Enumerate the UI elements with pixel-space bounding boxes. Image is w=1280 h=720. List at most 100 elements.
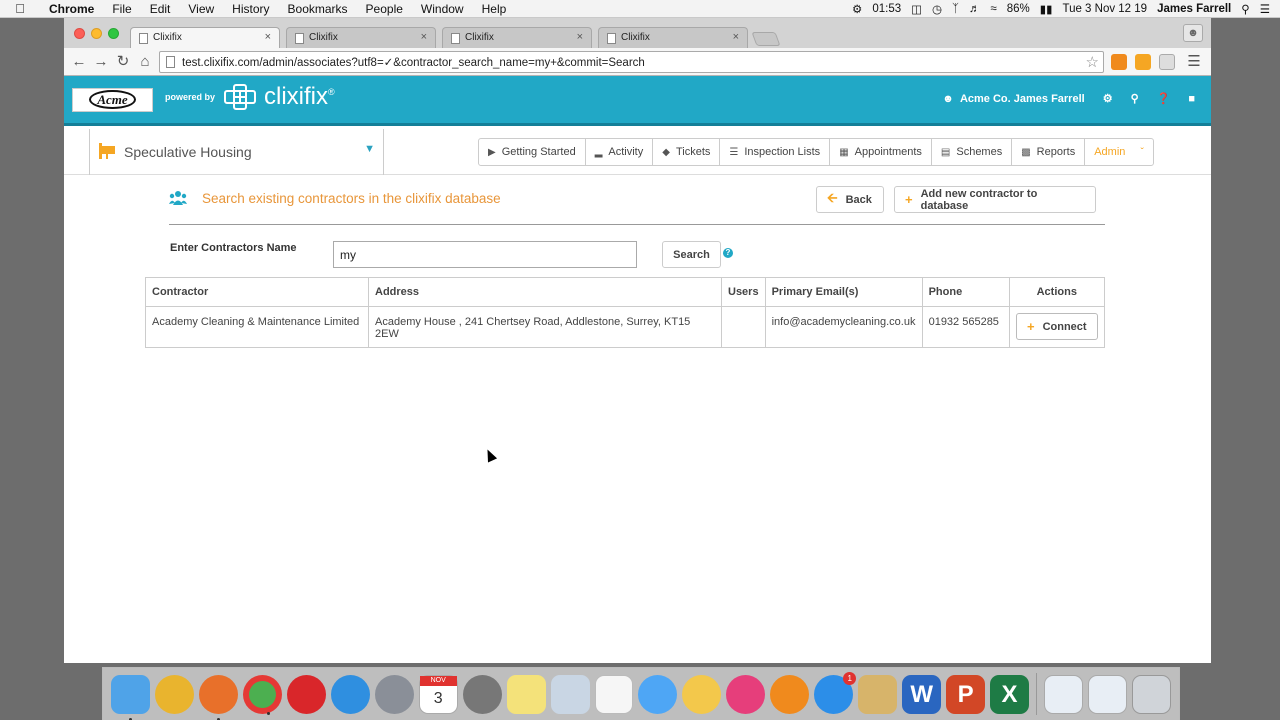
browser-toolbar: ← → ↻ ⌂ test.clixifix.com/admin/associat… — [64, 48, 1211, 76]
lock-icon[interactable]: ■ — [1188, 93, 1195, 105]
firefox-icon[interactable] — [198, 674, 238, 720]
trash-icon[interactable] — [1131, 674, 1171, 714]
browser-tab-1[interactable]: Clixifix × — [130, 27, 280, 48]
tab-reports[interactable]: ▩ Reports — [1012, 139, 1086, 165]
bookmark-star-icon[interactable]: ☆ — [1086, 53, 1099, 71]
settings-gear-icon[interactable]: ⚙ — [1103, 92, 1113, 105]
tab-inspection-lists[interactable]: ☰ Inspection Lists — [720, 139, 831, 165]
menu-window[interactable]: Window — [412, 2, 473, 16]
wifi-icon[interactable]: ≈ — [990, 3, 996, 15]
forward-arrow-icon[interactable]: → — [91, 52, 111, 72]
back-arrow-icon[interactable]: ← — [69, 52, 89, 72]
page-info-icon[interactable] — [166, 56, 175, 68]
close-tab-icon[interactable]: × — [577, 31, 583, 43]
spotlight-icon[interactable]: ⚲ — [1241, 2, 1249, 16]
volume-icon[interactable]: ♬ — [969, 3, 981, 15]
reload-icon[interactable]: ↻ — [113, 52, 133, 72]
browser-tab-4[interactable]: Clixifix × — [598, 27, 748, 48]
menubar-user[interactable]: James Farrell — [1157, 3, 1231, 15]
menu-edit[interactable]: Edit — [141, 2, 180, 16]
tab-getting-started[interactable]: ▶ Getting Started — [479, 139, 586, 165]
notification-center-icon[interactable]: ☰ — [1260, 2, 1270, 16]
minimize-window-button[interactable] — [91, 28, 102, 39]
battery-percent[interactable]: 86% — [1007, 3, 1030, 15]
search-icon[interactable]: ⚲ — [1131, 92, 1139, 105]
add-contractor-button[interactable]: + Add new contractor to database — [894, 186, 1096, 213]
close-tab-icon[interactable]: × — [733, 31, 739, 43]
status-g-icon[interactable]: ⚙ — [852, 2, 862, 16]
powerpoint-icon[interactable]: P — [946, 674, 986, 714]
menu-history[interactable]: History — [223, 2, 278, 16]
menu-chrome[interactable]: Chrome — [40, 2, 103, 16]
chrome-icon[interactable] — [242, 674, 282, 715]
company-logo[interactable]: Acme — [72, 88, 153, 112]
close-tab-icon[interactable]: × — [421, 31, 427, 43]
home-icon[interactable]: ⌂ — [135, 52, 155, 72]
profile-icon[interactable]: ☻ — [1183, 24, 1203, 42]
menu-view[interactable]: View — [179, 2, 223, 16]
address-bar[interactable]: test.clixifix.com/admin/associates?utf8=… — [159, 51, 1104, 73]
connect-button[interactable]: + Connect — [1015, 313, 1098, 340]
back-button[interactable]: 🡨 Back — [816, 186, 884, 213]
word-icon[interactable]: W — [902, 674, 942, 714]
shield-icon[interactable]: ◫ — [911, 2, 922, 16]
chrome-menu-icon[interactable]: ☰ — [1184, 52, 1204, 72]
tab-strip: Clixifix × Clixifix × Clixifix × Clixifi… — [64, 18, 1211, 48]
browser-tab-3[interactable]: Clixifix × — [442, 27, 592, 48]
extension-chart-icon[interactable] — [1135, 54, 1151, 70]
chevron-down-icon: ˇ — [1140, 146, 1144, 158]
excel-icon[interactable]: X — [990, 674, 1030, 714]
cell-address: Academy House , 241 Chertsey Road, Addle… — [368, 306, 722, 348]
finder-icon[interactable] — [111, 674, 150, 720]
project-selector[interactable]: Speculative Housing ▼ — [89, 129, 384, 175]
chevron-down-icon[interactable]: ▼ — [364, 143, 375, 155]
browser-tab-2[interactable]: Clixifix × — [286, 27, 436, 48]
user-menu[interactable]: ☻ Acme Co. James Farrell — [942, 93, 1084, 105]
apple-icon[interactable]:  — [0, 1, 40, 16]
bluetooth-icon[interactable]: ᛉ — [952, 3, 959, 15]
tab-tickets[interactable]: ◆ Tickets — [653, 139, 721, 165]
xcode-icon[interactable] — [858, 674, 898, 714]
help-icon[interactable]: ? — [723, 248, 733, 258]
ibooks-icon[interactable] — [770, 674, 810, 714]
search-button[interactable]: Search — [662, 241, 721, 268]
tab-appointments[interactable]: ▦ Appointments — [830, 139, 932, 165]
menubar-clock[interactable]: Tue 3 Nov 12 19 — [1062, 3, 1147, 15]
tab-admin[interactable]: Admin ˇ — [1085, 139, 1153, 165]
menu-people[interactable]: People — [357, 2, 412, 16]
tab-activity[interactable]: ▂ Activity — [586, 139, 654, 165]
tab-schemes[interactable]: ▤ Schemes — [932, 139, 1013, 165]
zoom-window-button[interactable] — [108, 28, 119, 39]
notes-icon[interactable] — [506, 674, 546, 714]
itunes-icon[interactable] — [726, 674, 766, 714]
contractor-search-input[interactable] — [333, 241, 637, 268]
new-tab-button[interactable] — [751, 32, 781, 46]
brand-name[interactable]: clixifix® — [264, 83, 335, 111]
system-preferences-icon[interactable] — [462, 674, 502, 714]
tab-title: Clixifix — [309, 32, 338, 43]
launchpad-icon[interactable] — [374, 674, 414, 714]
col-phone: Phone — [921, 277, 1010, 307]
ring-app-icon[interactable] — [154, 674, 194, 714]
menu-file[interactable]: File — [103, 2, 140, 16]
calendar-icon[interactable]: NOV 3 — [418, 674, 458, 714]
photos-icon[interactable] — [682, 674, 722, 714]
help-icon[interactable]: ❓ — [1157, 92, 1171, 105]
video-camera-icon: ▶ — [488, 146, 496, 158]
extension-orange-icon[interactable] — [1111, 54, 1127, 70]
preview-icon[interactable] — [550, 674, 590, 714]
app-store-icon[interactable]: 1 — [814, 671, 857, 714]
documents-stack-icon[interactable] — [1087, 674, 1127, 714]
safari-icon[interactable] — [330, 674, 370, 714]
messages-icon[interactable] — [638, 674, 678, 714]
clixifix-logo-icon — [224, 84, 256, 110]
opera-icon[interactable] — [286, 674, 326, 714]
menu-bookmarks[interactable]: Bookmarks — [279, 2, 357, 16]
extension-gray-icon[interactable] — [1159, 54, 1175, 70]
close-tab-icon[interactable]: × — [265, 31, 271, 43]
downloads-stack-icon[interactable] — [1044, 674, 1083, 714]
menu-help[interactable]: Help — [473, 2, 516, 16]
time-machine-icon[interactable]: ◷ — [932, 2, 942, 16]
reminders-icon[interactable] — [594, 674, 634, 714]
close-window-button[interactable] — [74, 28, 85, 39]
